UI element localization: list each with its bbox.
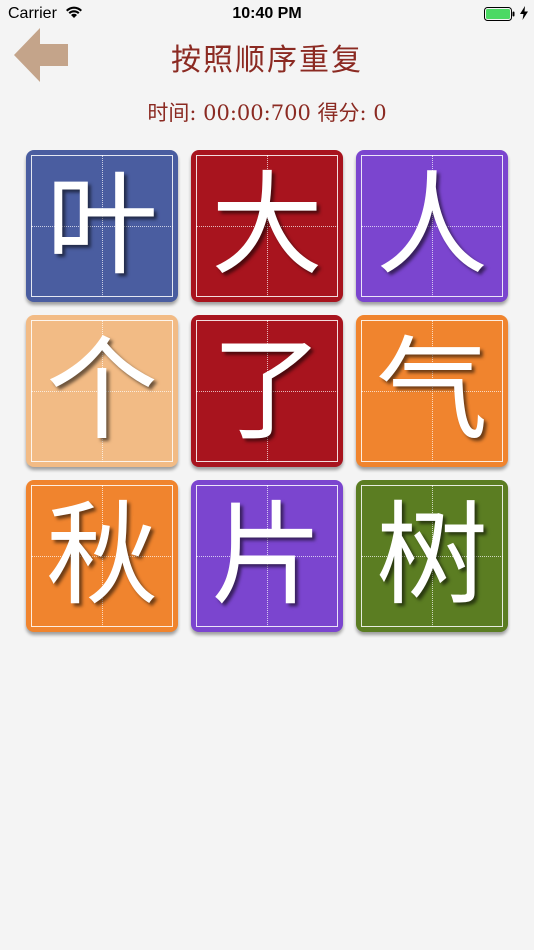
character-tile[interactable]: 树 [356,480,508,632]
character-glyph: 个 [46,326,158,456]
score-label: 得分: [317,101,367,125]
score-value: 0 [373,101,387,125]
clock: 10:40 PM [232,5,302,22]
character-tile[interactable]: 气 [356,315,508,467]
battery-icon [484,7,515,21]
status-bar: Carrier 10:40 PM [0,0,534,28]
character-tile[interactable]: 了 [191,315,343,467]
time-value: 00:00:700 [203,101,311,125]
character-glyph: 人 [376,161,488,291]
character-glyph: 了 [211,326,323,456]
stats-bar: 时间: 00:00:700 得分: 0 [0,97,534,127]
character-glyph: 秋 [46,491,158,621]
character-glyph: 片 [211,491,323,621]
character-tile[interactable]: 人 [356,150,508,302]
character-tile[interactable]: 秋 [26,480,178,632]
character-glyph: 树 [376,491,488,621]
time-label: 时间: [147,101,197,125]
page-title: 按照顺序重复 [171,43,363,78]
character-glyph: 叶 [46,161,158,291]
character-tile[interactable]: 大 [191,150,343,302]
character-tile[interactable]: 片 [191,480,343,632]
character-tile[interactable]: 叶 [26,150,178,302]
charging-bolt-icon [520,6,528,20]
character-glyph: 气 [376,326,488,456]
character-tile[interactable]: 个 [26,315,178,467]
character-glyph: 大 [211,161,323,291]
